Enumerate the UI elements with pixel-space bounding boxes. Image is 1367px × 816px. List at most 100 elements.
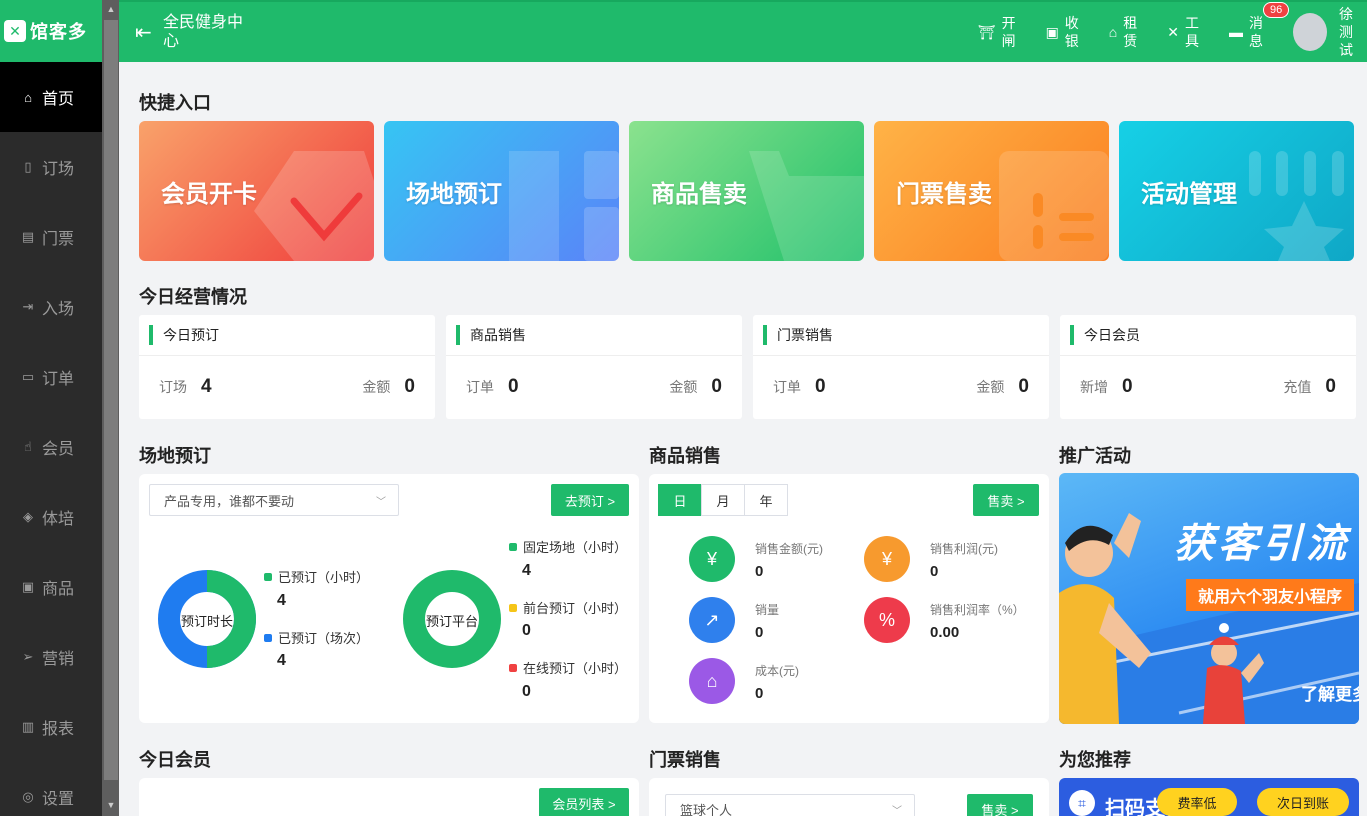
tab-month[interactable]: 月 [701, 484, 745, 516]
metric-label: 销售利润率（%） [930, 603, 1025, 617]
recommend-title: 为您推荐 [1059, 750, 1131, 770]
legend-label: 固定场地（小时） [523, 540, 628, 555]
recommend-banner[interactable]: ⌗ 扫码支付 费率低 次日到账 [1059, 778, 1359, 816]
stat-right-value: 0 [1018, 376, 1029, 397]
stat-card-goods: 商品销售 订单 0 金额 0 [446, 315, 742, 419]
stat-title: 今日预订 [163, 327, 219, 343]
app-root: ✕ 馆客多 ⌂ 首页 ▯ 订场 ▤ 门票 ⇥ 入场 ▭ 订单 ☝ 会员 ◈ 体培 ▣ 商品 ➢ 营… [0, 0, 1367, 816]
goods-icon: ▣ [21, 579, 35, 594]
logo-text: 馆客多 [30, 22, 87, 42]
sidebar-item-ticket[interactable]: ▤ 门票 [0, 202, 102, 272]
legend-dot [509, 603, 517, 612]
venue-name[interactable]: 全民健身中心 [163, 13, 253, 51]
sidebar-item-label: 首页 [42, 91, 75, 108]
venue-booking-icon: ▯ [24, 159, 32, 174]
metric-cost: ⌂ 成本(元) 0 [689, 658, 799, 704]
member-icon: ☝ [24, 439, 32, 454]
settings-icon: ◎ [22, 789, 34, 804]
sidebar-item-entry[interactable]: ⇥ 入场 [0, 272, 102, 342]
venue-select-value: 产品专用，谁都不要动 [164, 493, 295, 509]
quick-entry-title: 快捷入口 [139, 93, 211, 113]
report-icon: ▥ [21, 719, 35, 734]
scroll-up-icon[interactable]: ▲ [104, 2, 118, 16]
stat-left-value: 4 [201, 376, 212, 397]
stat-right-label: 金额 [976, 379, 1005, 395]
ticket-select-value: 篮球个人 [680, 802, 733, 816]
metric-sales-volume: ↗ 销量 0 [689, 597, 779, 643]
venue-select[interactable]: 产品专用，谁都不要动 ﹀ [149, 484, 399, 516]
header-tools: ⛩ 开闸 ▣ 收银 ⌂ 租赁 ✕ 工具 ▬ 消息 96 徐测试 [978, 2, 1367, 62]
tool-tools[interactable]: ✕ 工具 [1167, 14, 1201, 50]
sidebar-item-booking[interactable]: ▯ 订场 [0, 132, 102, 202]
sidebar-item-marketing[interactable]: ➢ 营销 [0, 622, 102, 692]
goods-sales-title: 商品销售 [649, 446, 721, 466]
go-booking-button[interactable]: 去预订 > [551, 484, 629, 516]
quick-goods-sale[interactable]: 商品售卖 [629, 121, 864, 261]
quick-activity[interactable]: 活动管理 [1119, 121, 1354, 261]
tab-day[interactable]: 日 [658, 484, 702, 516]
tab-year[interactable]: 年 [744, 484, 788, 516]
tool-gate[interactable]: ⛩ 开闸 [978, 14, 1018, 50]
user-menu[interactable]: 徐测试 [1293, 5, 1355, 59]
quick-venue-booking[interactable]: 场地预订 [384, 121, 619, 261]
tool-rental[interactable]: ⌂ 租赁 [1109, 14, 1139, 50]
sidebar-item-label: 体培 [42, 511, 75, 528]
sidebar-nav: ⌂ 首页 ▯ 订场 ▤ 门票 ⇥ 入场 ▭ 订单 ☝ 会员 ◈ 体培 ▣ 商品 ➢ 营销 ▥ 报表 … [0, 62, 102, 816]
stat-left-label: 订单 [466, 379, 494, 395]
recommend-pill-low-fee: 费率低 [1157, 788, 1237, 816]
sidebar-item-report[interactable]: ▥ 报表 [0, 692, 102, 762]
sell-button[interactable]: 售卖 > [973, 484, 1039, 516]
stat-title: 商品销售 [470, 327, 526, 343]
sidebar-item-goods[interactable]: ▣ 商品 [0, 552, 102, 622]
sidebar-item-label: 设置 [42, 791, 75, 808]
promo-more-link[interactable]: 了解更多 [1301, 680, 1359, 705]
ticket-icon: ▤ [21, 229, 35, 244]
ticket-sell-button[interactable]: 售卖 > [967, 794, 1033, 816]
stat-left-label: 订场 [159, 379, 187, 395]
member-list-button[interactable]: 会员列表 > [539, 788, 629, 816]
recommend-pill-next-day: 次日到账 [1257, 788, 1349, 816]
legend-item: 固定场地（小时） [509, 537, 627, 556]
tool-label: 租赁 [1123, 15, 1138, 49]
venue-booking-card: 产品专用，谁都不要动 ﹀ 去预订 > 预订时长 已预订（小时） 4 已预订（场次）… [139, 474, 639, 723]
tool-cashier[interactable]: ▣ 收银 [1046, 14, 1081, 50]
quick-member-card[interactable]: 会员开卡 [139, 121, 374, 261]
sidebar-item-training[interactable]: ◈ 体培 [0, 482, 102, 552]
ticket-sales-title: 门票销售 [649, 750, 721, 770]
today-members-card: 会员列表 > [139, 778, 639, 816]
sidebar-item-home[interactable]: ⌂ 首页 [0, 62, 102, 132]
entry-icon: ⇥ [22, 299, 34, 314]
marketing-icon: ➢ [22, 649, 34, 664]
donut-center-label: 预订时长 [180, 614, 233, 629]
sidebar-item-label: 订场 [42, 161, 75, 178]
legend-label: 已预订（小时） [278, 570, 370, 585]
quick-label: 会员开卡 [161, 180, 257, 208]
tools-icon: ✕ [1167, 23, 1179, 40]
quick-label: 场地预订 [406, 180, 502, 208]
rental-icon: ⌂ [1108, 24, 1118, 40]
promo-banner[interactable]: 获客引流 就用六个羽友小程序 了解更多 [1059, 473, 1359, 724]
sidebar-scrollbar-thumb[interactable] [104, 20, 118, 780]
top-header: ⇤ 全民健身中心 ⛩ 开闸 ▣ 收银 ⌂ 租赁 ✕ 工具 ▬ 消息 96 徐测试 [119, 0, 1367, 62]
metric-value: 0 [755, 624, 764, 641]
sidebar-item-settings[interactable]: ◎ 设置 [0, 762, 102, 816]
order-icon: ▭ [21, 369, 35, 384]
ticket-select[interactable]: 篮球个人 ﹀ [665, 794, 915, 816]
sidebar: ✕ 馆客多 ⌂ 首页 ▯ 订场 ▤ 门票 ⇥ 入场 ▭ 订单 ☝ 会员 ◈ 体培 ▣ 商品 ➢ 营… [0, 0, 102, 816]
tool-message[interactable]: ▬ 消息 96 [1229, 2, 1290, 50]
stat-title: 今日会员 [1084, 327, 1140, 343]
sidebar-item-member[interactable]: ☝ 会员 [0, 412, 102, 482]
metric-label: 销售利润(元) [930, 542, 998, 556]
line-chart-icon: ↗ [689, 597, 735, 643]
quick-ticket-sale[interactable]: 门票售卖 [874, 121, 1109, 261]
logo[interactable]: ✕ 馆客多 [0, 0, 102, 62]
message-badge: 96 [1263, 2, 1290, 18]
stat-left-value: 0 [815, 376, 826, 397]
user-name: 徐测试 [1339, 6, 1353, 58]
legend-item: 前台预订（小时） [509, 598, 627, 617]
collapse-menu-icon[interactable]: ⇤ [135, 20, 155, 45]
sidebar-item-label: 营销 [42, 651, 75, 668]
stat-card-member: 今日会员 新增 0 充值 0 [1060, 315, 1356, 419]
scroll-down-icon[interactable]: ▼ [104, 798, 118, 812]
sidebar-item-order[interactable]: ▭ 订单 [0, 342, 102, 412]
